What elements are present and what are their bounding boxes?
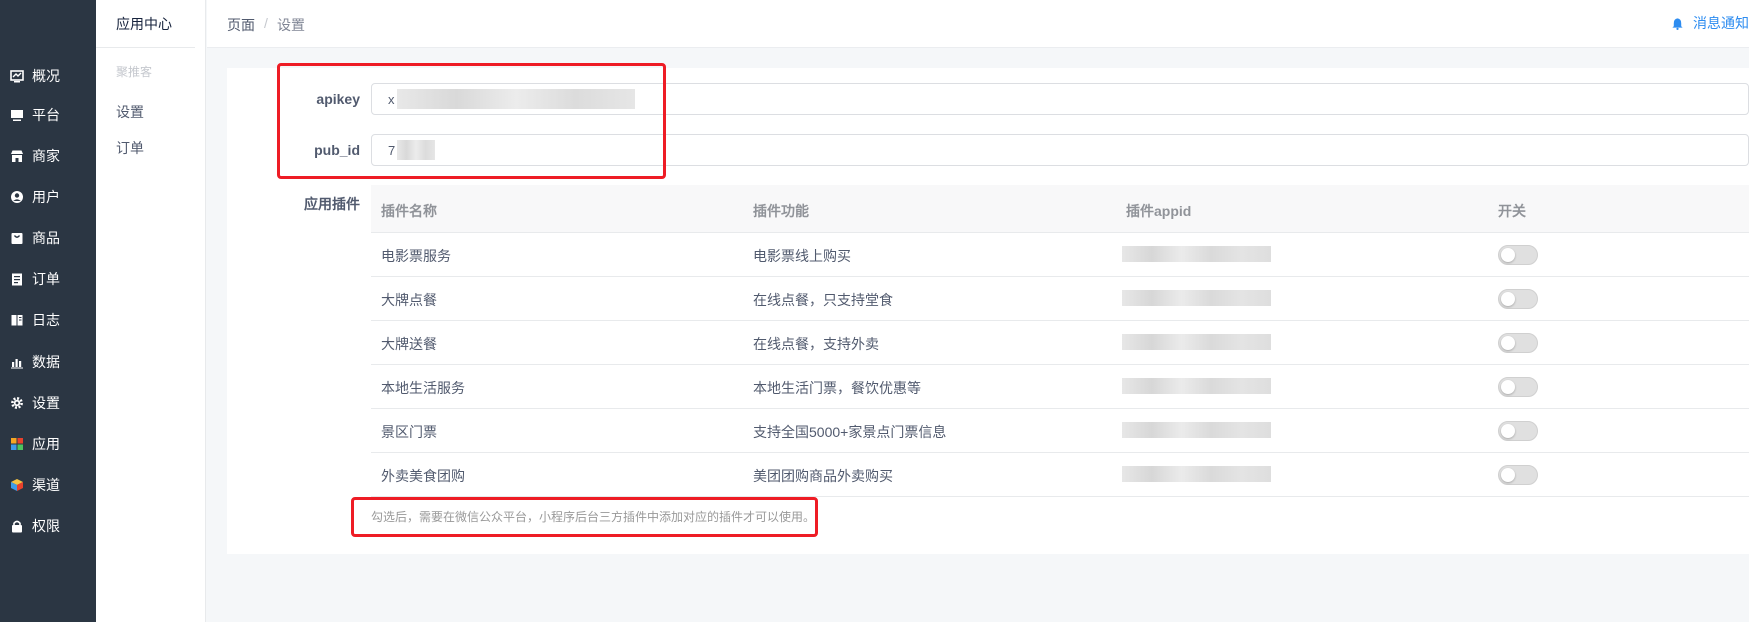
apikey-label: apikey bbox=[316, 91, 360, 107]
sidebar-item-label: 订单 bbox=[32, 271, 60, 287]
sidebar-item-data[interactable]: 数据 bbox=[0, 347, 96, 377]
breadcrumb-separator: / bbox=[264, 15, 268, 31]
plugin-toggle[interactable] bbox=[1498, 333, 1538, 353]
table-row: 电影票服务 电影票线上购买 bbox=[371, 233, 1749, 277]
plugin-toggle[interactable] bbox=[1498, 377, 1538, 397]
sidebar-item-label: 渠道 bbox=[32, 477, 60, 493]
submenu-group-label: 聚推客 bbox=[116, 65, 153, 79]
redacted-appid bbox=[1122, 290, 1271, 306]
plugin-name: 大牌送餐 bbox=[381, 336, 437, 352]
plugin-function: 本地生活门票，餐饮优惠等 bbox=[753, 380, 921, 396]
submenu-divider bbox=[96, 47, 195, 48]
store-icon bbox=[10, 149, 24, 163]
plugin-function: 在线点餐，只支持堂食 bbox=[753, 292, 893, 308]
notification-label: 消息通知 bbox=[1693, 15, 1749, 31]
notification-button[interactable]: 消息通知 bbox=[1671, 13, 1749, 33]
sidebar-item-overview[interactable]: 概况 bbox=[0, 61, 96, 91]
breadcrumb-item-page[interactable]: 页面 bbox=[227, 15, 255, 35]
sidebar-item-user[interactable]: 用户 bbox=[0, 182, 96, 212]
book-icon bbox=[10, 313, 24, 327]
plugins-label: 应用插件 bbox=[304, 196, 360, 212]
bar-chart-icon bbox=[10, 355, 24, 369]
pub-id-value: 7 bbox=[388, 142, 396, 158]
sidebar-item-label: 日志 bbox=[32, 312, 60, 328]
table-row: 景区门票 支持全国5000+家景点门票信息 bbox=[371, 409, 1749, 453]
sidebar-item-merchant[interactable]: 商家 bbox=[0, 141, 96, 171]
sidebar-item-label: 商家 bbox=[32, 148, 60, 164]
plugin-name: 本地生活服务 bbox=[381, 380, 465, 396]
clipboard-icon bbox=[10, 272, 24, 286]
redacted-apikey bbox=[396, 89, 635, 109]
sidebar-item-goods[interactable]: 商品 bbox=[0, 223, 96, 253]
sidebar-item-label: 商品 bbox=[32, 230, 60, 246]
plugin-name: 外卖美食团购 bbox=[381, 468, 465, 484]
column-header-appid: 插件appid bbox=[1126, 203, 1192, 219]
sidebar-item-apps[interactable]: 应用 bbox=[0, 429, 96, 459]
apps-grid-icon bbox=[10, 437, 24, 451]
bell-icon bbox=[1672, 17, 1683, 30]
redacted-appid bbox=[1122, 466, 1271, 482]
plugin-toggle[interactable] bbox=[1498, 421, 1538, 441]
submenu-item-settings[interactable]: 设置 bbox=[116, 102, 144, 122]
monitor-icon bbox=[10, 108, 24, 122]
submenu: 应用中心 聚推客 设置 订单 bbox=[96, 0, 206, 622]
table-row: 本地生活服务 本地生活门票，餐饮优惠等 bbox=[371, 365, 1749, 409]
plugin-function: 在线点餐，支持外卖 bbox=[753, 336, 879, 352]
breadcrumb-item-settings: 设置 bbox=[277, 17, 305, 33]
apikey-input[interactable]: x bbox=[371, 83, 1749, 115]
plugin-name: 大牌点餐 bbox=[381, 292, 437, 308]
apikey-value: x bbox=[388, 91, 395, 107]
redacted-pub-id bbox=[397, 140, 436, 160]
sidebar-item-label: 用户 bbox=[32, 189, 60, 205]
sidebar-item-order[interactable]: 订单 bbox=[0, 264, 96, 294]
sidebar-item-label: 平台 bbox=[32, 107, 60, 123]
main-sidebar: 概况 平台 商家 用户 商品 订单 日志 数据 设置 应用 渠道 权限 bbox=[0, 0, 96, 622]
plugin-toggle[interactable] bbox=[1498, 245, 1538, 265]
submenu-title: 应用中心 bbox=[116, 16, 172, 32]
redacted-appid bbox=[1122, 334, 1271, 350]
column-header-switch: 开关 bbox=[1498, 203, 1526, 219]
column-header-function: 插件功能 bbox=[753, 203, 809, 219]
sidebar-item-label: 应用 bbox=[32, 436, 60, 452]
plugin-function: 电影票线上购买 bbox=[753, 248, 851, 264]
plugin-toggle[interactable] bbox=[1498, 289, 1538, 309]
table-row: 大牌点餐 在线点餐，只支持堂食 bbox=[371, 277, 1749, 321]
sidebar-item-label: 权限 bbox=[32, 518, 60, 534]
column-header-name: 插件名称 bbox=[381, 203, 437, 219]
user-icon bbox=[10, 190, 24, 204]
redacted-appid bbox=[1122, 246, 1271, 262]
sidebar-item-label: 数据 bbox=[32, 354, 60, 370]
sidebar-item-settings[interactable]: 设置 bbox=[0, 388, 96, 418]
table-row: 外卖美食团购 美团团购商品外卖购买 bbox=[371, 453, 1749, 497]
plugin-toggle[interactable] bbox=[1498, 465, 1538, 485]
sidebar-item-permission[interactable]: 权限 bbox=[0, 511, 96, 541]
plugin-name: 电影票服务 bbox=[381, 248, 451, 264]
dashboard-icon bbox=[10, 69, 24, 83]
plugin-function: 美团团购商品外卖购买 bbox=[753, 468, 893, 484]
sidebar-item-platform[interactable]: 平台 bbox=[0, 100, 96, 130]
pub-id-label: pub_id bbox=[314, 142, 360, 158]
redacted-appid bbox=[1122, 422, 1271, 438]
plugin-tip: 勾选后，需要在微信公众平台，小程序后台三方插件中添加对应的插件才可以使用。 bbox=[371, 510, 816, 524]
sidebar-item-label: 设置 bbox=[32, 395, 60, 411]
plugin-name: 景区门票 bbox=[381, 424, 437, 440]
sidebar-item-channel[interactable]: 渠道 bbox=[0, 470, 96, 500]
submenu-item-orders[interactable]: 订单 bbox=[116, 138, 144, 158]
sidebar-item-label: 概况 bbox=[32, 68, 60, 84]
sidebar-item-log[interactable]: 日志 bbox=[0, 305, 96, 335]
lock-icon bbox=[10, 519, 24, 533]
top-header: 页面 / 设置 消息通知 bbox=[207, 0, 1749, 48]
plugin-function: 支持全国5000+家景点门票信息 bbox=[753, 424, 947, 440]
table-header: 插件名称 插件功能 插件appid 开关 bbox=[371, 185, 1749, 233]
pub-id-input[interactable]: 7 bbox=[371, 134, 1749, 166]
redacted-appid bbox=[1122, 378, 1271, 394]
gear-icon bbox=[10, 396, 24, 410]
bag-icon bbox=[10, 231, 24, 245]
table-row: 大牌送餐 在线点餐，支持外卖 bbox=[371, 321, 1749, 365]
cube-icon bbox=[10, 478, 24, 492]
